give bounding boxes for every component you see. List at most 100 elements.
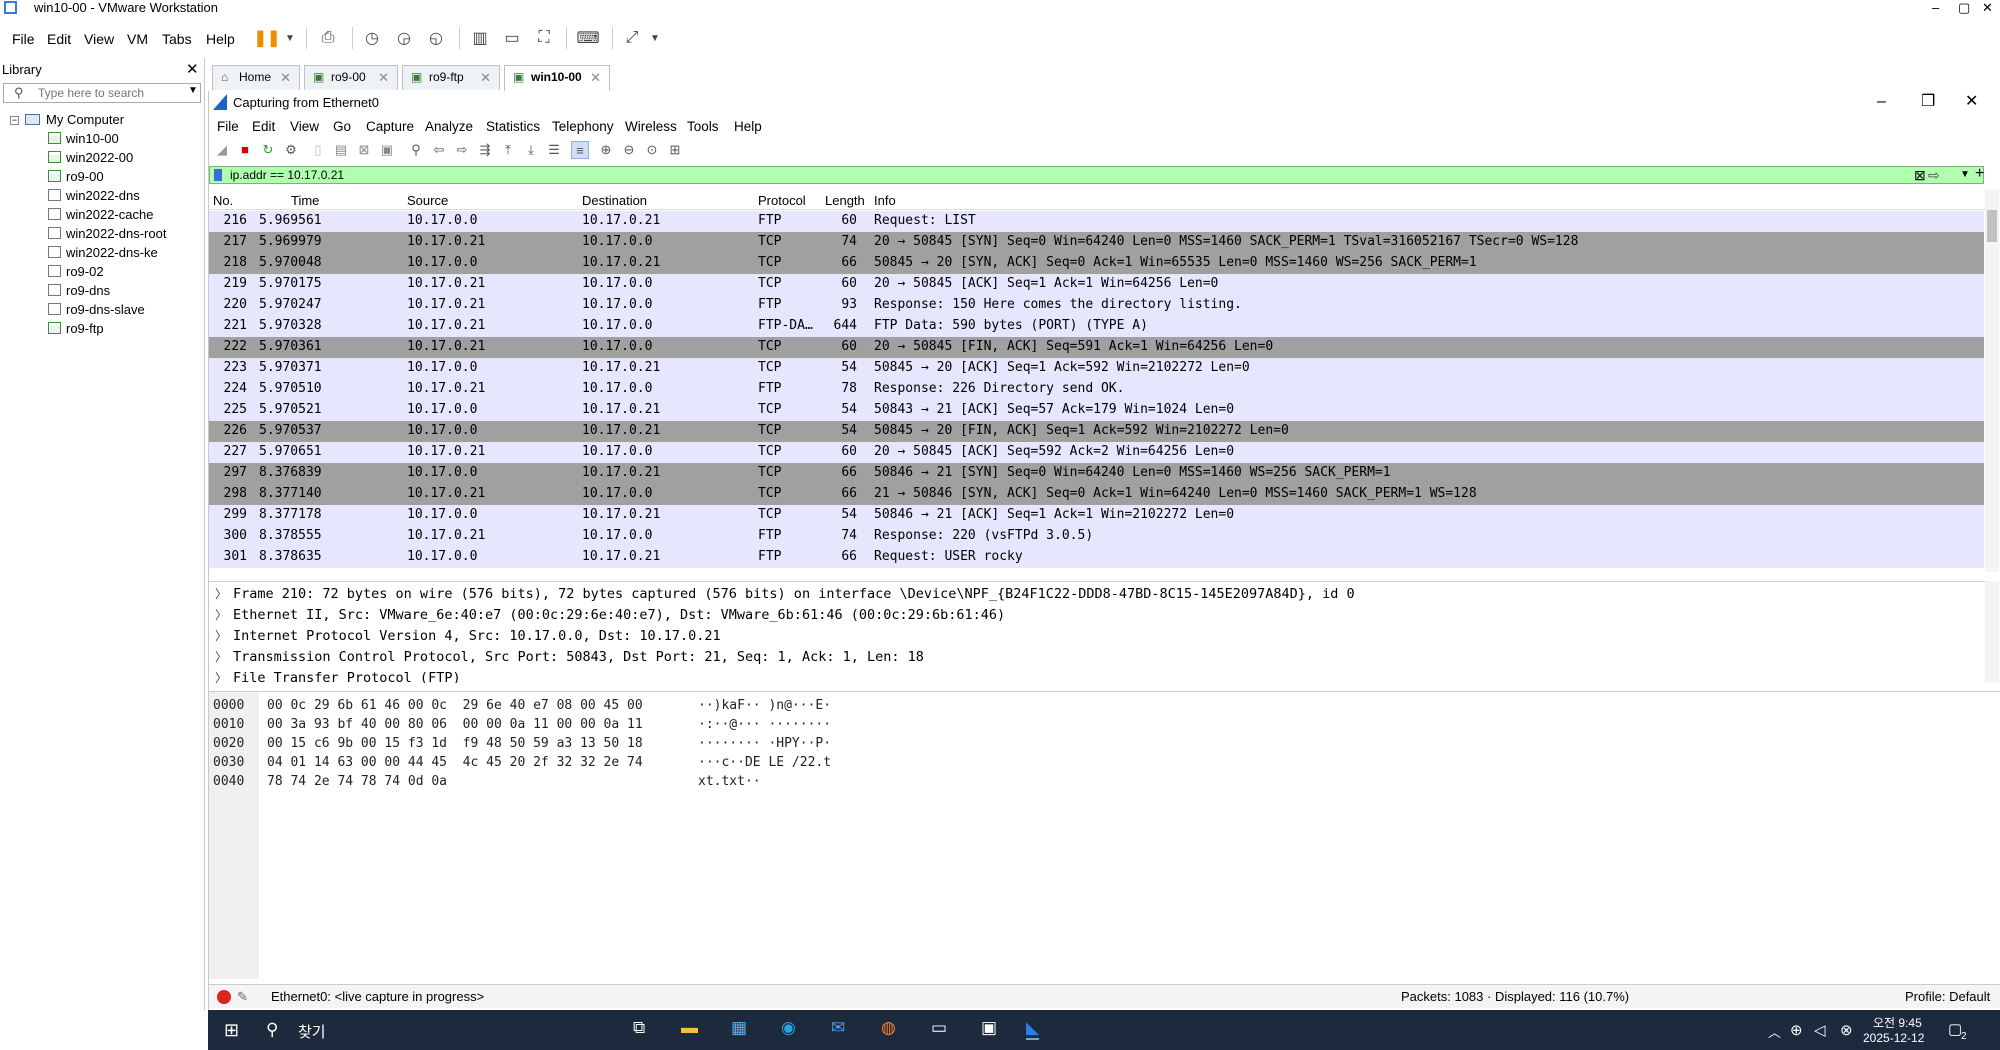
status-icon[interactable]: ⊗ — [1840, 1021, 1853, 1039]
search-icon[interactable]: ⚲ — [266, 1020, 278, 1040]
packet-row[interactable]: 298 8.377140 10.17.0.21 10.17.0.0 TCP 66 21 → … — [209, 484, 1984, 505]
ws-menu-help[interactable]: Help — [734, 119, 762, 134]
menu-tabs[interactable]: Tabs — [162, 31, 192, 47]
resize-columns-icon[interactable]: ⊞ — [666, 141, 684, 159]
ws-menu-analyze[interactable]: Analyze — [425, 119, 473, 134]
tab-ro9-00[interactable]: ▣ ro9-00 ✕ — [304, 65, 398, 90]
ws-minimize-button[interactable]: – — [1877, 91, 1886, 113]
colorize-icon[interactable]: ≡ — [571, 141, 589, 159]
snapshot-icon[interactable]: ◷ — [360, 26, 384, 50]
bytes-ascii[interactable]: xt.txt·· — [698, 772, 761, 791]
ws-menu-tools[interactable]: Tools — [687, 119, 719, 134]
taskbar-time[interactable]: 오전 9:45 — [1873, 1014, 1922, 1031]
close-icon[interactable]: ✕ — [590, 66, 601, 89]
zoom-normal-icon[interactable]: ⊙ — [643, 141, 661, 159]
ws-menu-wireless[interactable]: Wireless — [625, 119, 677, 134]
save-file-icon[interactable]: ▤ — [332, 141, 350, 159]
tab-win10-00[interactable]: ▣ win10-00 ✕ — [504, 65, 610, 91]
packet-row[interactable]: 218 5.970048 10.17.0.0 10.17.0.21 TCP 66 50845… — [209, 253, 1984, 274]
packet-row[interactable]: 221 5.970328 10.17.0.21 10.17.0.0 FTP-DA… 644… — [209, 316, 1984, 337]
console-icon[interactable]: ⌨ — [576, 26, 600, 50]
ws-close-button[interactable]: ✕ — [1965, 91, 1978, 113]
apply-filter-icon[interactable]: ⇨ — [1928, 167, 1940, 183]
store-icon[interactable]: ▦ — [731, 1018, 747, 1038]
expand-chevron-icon[interactable]: 〉 — [215, 647, 227, 667]
packet-row[interactable]: 224 5.970510 10.17.0.21 10.17.0.0 FTP 78 Respo… — [209, 379, 1984, 400]
minimize-button[interactable]: – — [1932, 0, 1939, 16]
tree-item-ro9-02[interactable]: ro9-02 — [48, 263, 104, 281]
menu-file[interactable]: File — [12, 31, 35, 47]
edge-icon[interactable]: ◉ — [781, 1018, 796, 1038]
packet-row[interactable]: 226 5.970537 10.17.0.0 10.17.0.21 TCP 54 50845… — [209, 421, 1984, 442]
packet-row[interactable]: 227 5.970651 10.17.0.21 10.17.0.0 TCP 60 20 → … — [209, 442, 1984, 463]
bytes-hex[interactable]: 04 01 14 63 00 00 44 45 4c 45 20 2f 32 3… — [267, 753, 643, 772]
send-keys-icon[interactable]: ⎙ — [316, 26, 340, 50]
wireshark-taskbar-icon[interactable]: ◣ — [1026, 1018, 1040, 1040]
close-icon[interactable]: ✕ — [378, 66, 389, 89]
tree-item-win2022-cache[interactable]: win2022-cache — [48, 206, 153, 224]
library-search-input[interactable] — [38, 86, 178, 100]
packet-row[interactable]: 222 5.970361 10.17.0.21 10.17.0.0 TCP 60 20 → … — [209, 337, 1984, 358]
col-destination[interactable]: Destination — [582, 193, 647, 208]
menu-edit[interactable]: Edit — [47, 31, 71, 47]
mail-icon[interactable]: ✉ — [831, 1018, 845, 1038]
file-explorer-icon[interactable]: ▬ — [681, 1018, 698, 1038]
add-filter-button-icon[interactable]: + — [1975, 165, 1984, 183]
terminal-icon[interactable]: ▭ — [931, 1018, 947, 1038]
menu-help[interactable]: Help — [206, 31, 235, 47]
bytes-hex[interactable]: 00 0c 29 6b 61 46 00 0c 29 6e 40 e7 08 0… — [267, 696, 643, 715]
library-search[interactable]: ⚲ ▼ — [3, 83, 201, 103]
bytes-ascii[interactable]: ··)kaF·· )n@···E· — [698, 696, 831, 715]
fullscreen-icon[interactable]: ⛶ — [532, 26, 556, 50]
packet-row[interactable]: 299 8.377178 10.17.0.0 10.17.0.21 TCP 54 50846… — [209, 505, 1984, 526]
col-source[interactable]: Source — [407, 193, 448, 208]
capture-options-icon[interactable]: ⚙ — [282, 141, 300, 159]
revert-snapshot-icon[interactable]: ◶ — [392, 26, 416, 50]
go-back-icon[interactable]: ⇦ — [430, 141, 448, 159]
ws-menu-telephony[interactable]: Telephony — [552, 119, 614, 134]
pause-icon[interactable]: ❚❚ — [254, 26, 281, 50]
go-to-packet-icon[interactable]: ⇶ — [476, 141, 494, 159]
start-capture-icon[interactable]: ◢ — [213, 141, 231, 159]
restart-capture-icon[interactable]: ↻ — [259, 141, 277, 159]
packet-list-scrollbar[interactable] — [1985, 190, 1999, 572]
close-icon[interactable]: ✕ — [280, 66, 291, 89]
open-file-icon[interactable]: ▯ — [309, 141, 327, 159]
zoom-out-icon[interactable]: ⊖ — [620, 141, 638, 159]
pause-dropdown-icon[interactable]: ▼ — [278, 26, 302, 50]
tree-item-ro9-dns-slave[interactable]: ro9-dns-slave — [48, 301, 145, 319]
ws-menu-file[interactable]: File — [217, 119, 239, 134]
close-button[interactable]: ✕ — [1982, 0, 1993, 16]
taskbar-date[interactable]: 2025-12-12 — [1863, 1031, 1924, 1045]
tree-item-win2022-dns-root[interactable]: win2022-dns-root — [48, 225, 166, 243]
col-info[interactable]: Info — [874, 193, 896, 208]
taskbar-search-label[interactable]: 찾기 — [298, 1021, 326, 1042]
bookmark-icon[interactable] — [214, 169, 222, 181]
menu-view[interactable]: View — [84, 31, 114, 47]
edit-comment-icon[interactable]: ✎ — [237, 989, 248, 1005]
expand-chevron-icon[interactable]: 〉 — [215, 626, 227, 646]
ws-menu-statistics[interactable]: Statistics — [486, 119, 540, 134]
packet-row[interactable]: 223 5.970371 10.17.0.0 10.17.0.21 TCP 54 50845… — [209, 358, 1984, 379]
ws-menu-go[interactable]: Go — [333, 119, 351, 134]
close-icon[interactable]: ✕ — [480, 66, 491, 89]
tree-item-win10-00[interactable]: win10-00 — [48, 130, 119, 148]
tree-root[interactable]: − My Computer — [10, 111, 124, 129]
reload-file-icon[interactable]: ▣ — [378, 141, 396, 159]
bytes-ascii[interactable]: ···c··DE LE /22.t — [698, 753, 831, 772]
tree-item-win2022-00[interactable]: win2022-00 — [48, 149, 133, 167]
search-dropdown-icon[interactable]: ▼ — [188, 85, 198, 96]
tab-home[interactable]: ⌂ Home ✕ — [212, 65, 300, 90]
first-packet-icon[interactable]: ⤒ — [499, 141, 517, 159]
zoom-in-icon[interactable]: ⊕ — [597, 141, 615, 159]
bytes-ascii[interactable]: ········ ·HPY··P· — [698, 734, 831, 753]
library-view-icon[interactable]: ▥ — [468, 26, 492, 50]
packet-row[interactable]: 219 5.970175 10.17.0.21 10.17.0.0 TCP 60 20 → … — [209, 274, 1984, 295]
ws-menu-edit[interactable]: Edit — [252, 119, 275, 134]
collapse-icon[interactable]: − — [10, 116, 19, 125]
expand-chevron-icon[interactable]: 〉 — [215, 605, 227, 625]
library-close-icon[interactable]: ✕ — [186, 60, 199, 78]
menu-vm[interactable]: VM — [127, 31, 148, 47]
display-filter-input[interactable] — [230, 167, 1830, 183]
expand-chevron-icon[interactable]: 〉 — [215, 668, 227, 683]
